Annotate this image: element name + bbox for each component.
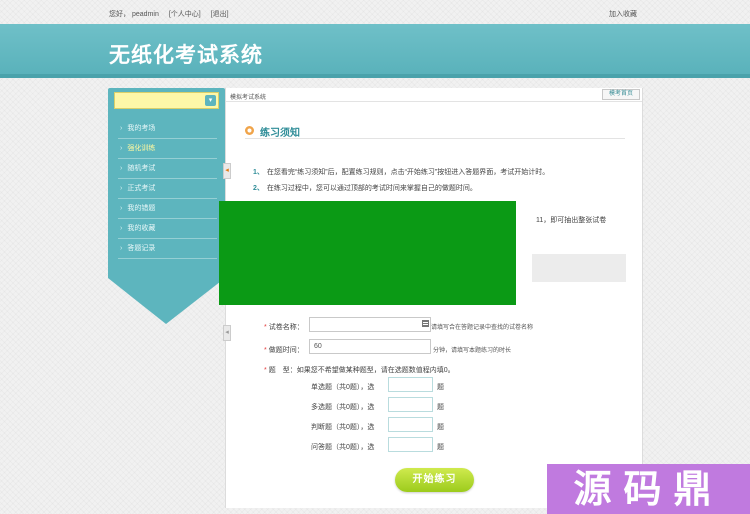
sidebar-pointer — [108, 278, 225, 324]
start-practice-button[interactable]: 开始练习 — [395, 468, 474, 492]
sidebar-item-my-mistakes[interactable]: › 我的错题 — [118, 199, 217, 219]
instruction-number: 2、 — [253, 185, 264, 192]
list-icon[interactable] — [422, 320, 429, 327]
redaction-overlay-edge — [517, 201, 531, 305]
chevron-right-icon: › — [120, 125, 123, 132]
sidebar: ▾ › 我的考场 › 强化训练 › 随机考试 › 正式考试 › 我的错题 › 我的收藏 › 答… — [108, 88, 225, 324]
info-strip — [532, 254, 626, 282]
chevron-right-icon: › — [120, 145, 123, 152]
sidebar-item-formal-exam[interactable]: › 正式考试 — [118, 179, 217, 199]
username: peadmin — [132, 11, 159, 18]
sidebar-menu: › 我的考场 › 强化训练 › 随机考试 › 正式考试 › 我的错题 › 我的收藏 › 答题记… — [118, 119, 217, 259]
watermark-logo: 源码鼎 — [547, 464, 750, 514]
top-bar: 您好， peadmin [个人中心] [退出] 加入收藏 — [0, 0, 750, 24]
essay-label: 问答题（共0题），选 — [311, 444, 375, 451]
chevron-down-icon[interactable]: ▾ — [205, 95, 216, 106]
instruction-text: 11，即可抽出整张试卷 — [536, 217, 607, 224]
multiple-choice-count-input[interactable] — [388, 397, 433, 412]
redaction-overlay — [219, 201, 516, 305]
instruction-number: 1、 — [253, 169, 264, 176]
sidebar-item-random-exam[interactable]: › 随机考试 — [118, 159, 217, 179]
sidebar-item-my-favorites[interactable]: › 我的收藏 — [118, 219, 217, 239]
greeting-text: 您好， — [109, 11, 130, 18]
sidebar-item-label: 随机考试 — [127, 165, 156, 172]
instruction-text: 在练习过程中，您可以通过顶部的考试时间来掌握自己的做题时间。 — [266, 185, 477, 192]
system-title: 无纸化考试系统 — [109, 43, 263, 67]
multiple-choice-label: 多选题（共0题），选 — [311, 404, 375, 411]
section-title: 练习须知 — [260, 128, 300, 139]
paper-name-hint: 请填写合在答题记录中查找的试卷名称 — [431, 325, 534, 331]
question-type-hint: 如果您不希望做某种题型，请在选题数值程内填0。 — [296, 367, 455, 374]
true-false-count-input[interactable] — [388, 417, 433, 432]
single-choice-unit: 题 — [437, 384, 444, 391]
user-links: 您好， peadmin [个人中心] [退出] — [109, 9, 231, 19]
sidebar-item-my-exam-room[interactable]: › 我的考场 — [118, 119, 217, 139]
sidebar-item-answer-records[interactable]: › 答题记录 — [118, 239, 217, 259]
essay-unit: 题 — [437, 444, 444, 451]
home-button[interactable]: 模考首页 — [601, 89, 640, 100]
breadcrumb: 模拟考试系统 — [230, 95, 267, 101]
single-choice-count-input[interactable] — [388, 377, 433, 392]
add-favorite-link[interactable]: 加入收藏 — [609, 9, 637, 19]
instruction-1: 1、 在您看完“练习须知”后，配置练习规则，点击“开始练习”按钮进入答题界面，考试… — [253, 167, 549, 177]
time-label: * 做题时间： — [264, 347, 304, 354]
question-type-label: * 题 型：如果您不希望做某种题型，请在选题数值程内填0。 — [264, 367, 455, 374]
instruction-text: 在您看完“练习须知”后，配置练习规则，点击“开始练习”按钮进入答题界面，考试开始… — [266, 169, 550, 176]
sidebar-item-label: 答题记录 — [127, 245, 156, 252]
sidebar-item-label: 正式考试 — [127, 185, 156, 192]
logout-link[interactable]: [退出] — [211, 11, 229, 18]
paper-name-input[interactable] — [309, 317, 431, 332]
paper-name-label: * 试卷名称： — [264, 324, 304, 331]
time-hint: 分钟，请填写本题练习的时长 — [433, 348, 512, 354]
chevron-right-icon: › — [120, 185, 123, 192]
header-banner: 无纸化考试系统 — [0, 24, 750, 78]
true-false-label: 判断题（共0题），选 — [311, 424, 375, 431]
instruction-3-fragment: 11，即可抽出整张试卷 — [536, 215, 606, 225]
chevron-right-icon: › — [120, 205, 123, 212]
multiple-choice-unit: 题 — [437, 404, 444, 411]
personal-center-link[interactable]: [个人中心] — [169, 11, 201, 18]
bullet-icon — [245, 126, 254, 135]
breadcrumb-bar: 模拟考试系统 模考首页 — [226, 88, 642, 102]
chevron-right-icon: › — [120, 245, 123, 252]
chevron-right-icon: › — [120, 165, 123, 172]
true-false-unit: 题 — [437, 424, 444, 431]
time-input[interactable]: 60 — [309, 339, 431, 354]
sidebar-panel: ▾ › 我的考场 › 强化训练 › 随机考试 › 正式考试 › 我的错题 › 我的收藏 › 答… — [108, 88, 225, 278]
sidebar-item-label: 强化训练 — [127, 145, 156, 152]
single-choice-label: 单选题（共0题），选 — [311, 384, 375, 391]
chevron-right-icon: › — [120, 225, 123, 232]
exam-select[interactable]: ▾ — [114, 92, 219, 109]
collapse-handle-icon[interactable]: ◂ — [223, 325, 231, 341]
instruction-2: 2、 在练习过程中，您可以通过顶部的考试时间来掌握自己的做题时间。 — [253, 183, 477, 193]
essay-count-input[interactable] — [388, 437, 433, 452]
collapse-sidebar-arrow-icon[interactable]: ◂ — [223, 163, 231, 179]
sidebar-item-label: 我的收藏 — [127, 225, 156, 232]
sidebar-item-label: 我的错题 — [127, 205, 156, 212]
section-header: 练习须知 — [245, 123, 625, 139]
sidebar-item-intensive-training[interactable]: › 强化训练 — [118, 139, 217, 159]
sidebar-item-label: 我的考场 — [127, 125, 156, 132]
